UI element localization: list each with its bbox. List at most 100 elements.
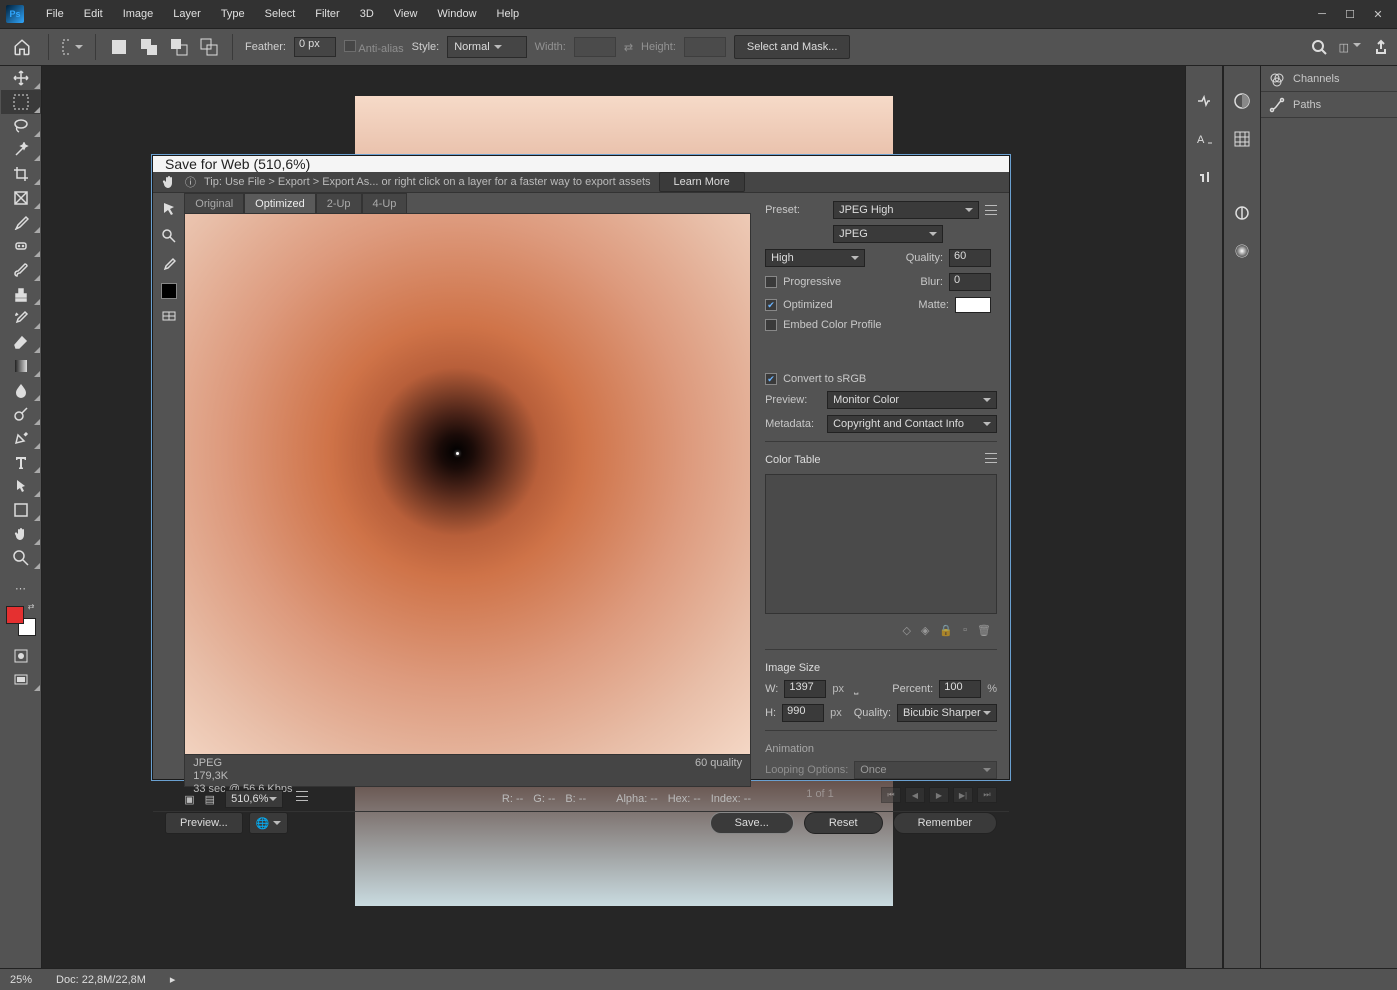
menu-type[interactable]: Type xyxy=(211,4,255,24)
convert-srgb-checkbox[interactable] xyxy=(765,373,777,385)
add-selection-icon[interactable] xyxy=(138,36,160,58)
brush-tool[interactable] xyxy=(1,258,41,282)
crop-tool[interactable] xyxy=(1,162,41,186)
preview-button[interactable]: Preview... xyxy=(165,812,243,834)
dodge-tool[interactable] xyxy=(1,402,41,426)
menu-select[interactable]: Select xyxy=(255,4,306,24)
style-select[interactable]: Normal xyxy=(447,36,526,58)
slice-visibility-icon[interactable] xyxy=(158,305,180,327)
preview-image[interactable] xyxy=(184,213,751,755)
width-input[interactable]: 1397 xyxy=(784,680,826,698)
metadata-select[interactable]: Copyright and Contact Info xyxy=(827,415,997,433)
shape-tool[interactable] xyxy=(1,498,41,522)
frame-tool[interactable] xyxy=(1,186,41,210)
new-selection-icon[interactable] xyxy=(108,36,130,58)
menu-layer[interactable]: Layer xyxy=(163,4,211,24)
styles-panel-icon[interactable] xyxy=(1231,240,1253,262)
home-button[interactable] xyxy=(8,33,36,61)
tab-4up[interactable]: 4-Up xyxy=(362,193,408,213)
eyedropper-color-swatch[interactable] xyxy=(161,283,177,299)
maximize-icon[interactable]: ☐ xyxy=(1343,7,1357,21)
channels-panel-tab[interactable]: Channels xyxy=(1261,66,1397,92)
type-tool[interactable] xyxy=(1,450,41,474)
hand-tool[interactable] xyxy=(1,522,41,546)
progressive-checkbox[interactable] xyxy=(765,276,777,288)
original-toggle-icon[interactable]: ▣ xyxy=(184,793,194,806)
quality-input[interactable]: 60 xyxy=(949,249,991,267)
format-select[interactable]: JPEG xyxy=(833,225,943,243)
menu-view[interactable]: View xyxy=(384,4,428,24)
tab-optimized[interactable]: Optimized xyxy=(244,193,316,213)
color-panel-icon[interactable] xyxy=(1231,90,1253,112)
resize-quality-select[interactable]: Bicubic Sharper xyxy=(897,704,997,722)
quick-mask-button[interactable] xyxy=(1,644,41,668)
color-table-menu-icon[interactable] xyxy=(985,453,997,463)
optimized-checkbox[interactable] xyxy=(765,299,777,311)
ct-trash-icon[interactable]: 🗑 xyxy=(977,624,991,637)
learn-more-button[interactable]: Learn More xyxy=(659,172,745,192)
minimize-icon[interactable]: ─ xyxy=(1315,7,1329,21)
ct-icon-1[interactable]: ◇ xyxy=(902,624,910,637)
preview-select[interactable]: Monitor Color xyxy=(827,391,997,409)
swap-colors-icon[interactable]: ⇄ xyxy=(28,602,35,611)
menu-file[interactable]: File xyxy=(36,4,74,24)
subtract-selection-icon[interactable] xyxy=(168,36,190,58)
status-doc-size[interactable]: Doc: 22,8M/22,8M xyxy=(56,974,146,986)
magic-wand-tool[interactable] xyxy=(1,138,41,162)
eyedropper-tool-icon[interactable] xyxy=(158,253,180,275)
browser-preview-button[interactable]: 🌐 xyxy=(249,812,289,834)
matte-swatch[interactable] xyxy=(955,297,991,313)
marquee-tool[interactable] xyxy=(1,90,41,114)
reset-button[interactable]: Reset xyxy=(804,812,883,834)
menu-image[interactable]: Image xyxy=(113,4,164,24)
menu-help[interactable]: Help xyxy=(487,4,530,24)
panel-icon-3[interactable] xyxy=(1193,166,1215,188)
intersect-selection-icon[interactable] xyxy=(198,36,220,58)
preset-select[interactable]: JPEG High xyxy=(833,201,979,219)
menu-filter[interactable]: Filter xyxy=(305,4,349,24)
percent-input[interactable]: 100 xyxy=(939,680,981,698)
healing-tool[interactable] xyxy=(1,234,41,258)
panel-icon-1[interactable] xyxy=(1193,90,1215,112)
save-button[interactable]: Save... xyxy=(710,812,794,834)
panel-icon-2[interactable]: A xyxy=(1193,128,1215,150)
blur-tool[interactable] xyxy=(1,378,41,402)
optimized-toggle-icon[interactable]: ▤ xyxy=(205,793,215,806)
path-select-tool[interactable] xyxy=(1,474,41,498)
quality-mode-select[interactable]: High xyxy=(765,249,865,267)
adjustments-panel-icon[interactable] xyxy=(1231,202,1253,224)
menu-3d[interactable]: 3D xyxy=(350,4,384,24)
share-icon[interactable] xyxy=(1373,39,1389,55)
eraser-tool[interactable] xyxy=(1,330,41,354)
slice-select-tool-icon[interactable] xyxy=(158,197,180,219)
edit-toolbar-button[interactable]: ⋯ xyxy=(1,576,41,600)
embed-profile-checkbox[interactable] xyxy=(765,319,777,331)
menu-edit[interactable]: Edit xyxy=(74,4,113,24)
paths-panel-tab[interactable]: Paths xyxy=(1261,92,1397,118)
close-icon[interactable]: ✕ xyxy=(1371,7,1385,21)
swatches-panel-icon[interactable] xyxy=(1231,128,1253,150)
blur-input[interactable]: 0 xyxy=(949,273,991,291)
gradient-tool[interactable] xyxy=(1,354,41,378)
zoom-select[interactable]: 510,6% xyxy=(225,790,283,808)
lasso-tool[interactable] xyxy=(1,114,41,138)
screen-mode-button[interactable] xyxy=(1,668,41,692)
foreground-color[interactable] xyxy=(6,606,24,624)
link-dims-icon[interactable]: ⎵ xyxy=(854,683,858,696)
zoom-tool-icon[interactable] xyxy=(158,225,180,247)
feather-input[interactable]: 0 px xyxy=(294,37,336,57)
status-zoom[interactable]: 25% xyxy=(10,974,32,986)
zoom-tool[interactable] xyxy=(1,546,41,570)
ct-lock-icon[interactable]: 🔒 xyxy=(939,624,953,637)
workspace-icon[interactable]: ◫ xyxy=(1339,40,1361,54)
status-flyout-icon[interactable]: ▸ xyxy=(170,973,176,986)
hand-icon[interactable] xyxy=(161,174,177,190)
pen-tool[interactable] xyxy=(1,426,41,450)
marquee-preset-icon[interactable] xyxy=(61,36,83,58)
menu-window[interactable]: Window xyxy=(427,4,486,24)
preset-menu-icon[interactable] xyxy=(985,205,997,215)
stamp-tool[interactable] xyxy=(1,282,41,306)
search-icon[interactable] xyxy=(1311,39,1327,55)
tab-2up[interactable]: 2-Up xyxy=(316,193,362,213)
color-swatches[interactable]: ⇄ xyxy=(6,606,36,636)
